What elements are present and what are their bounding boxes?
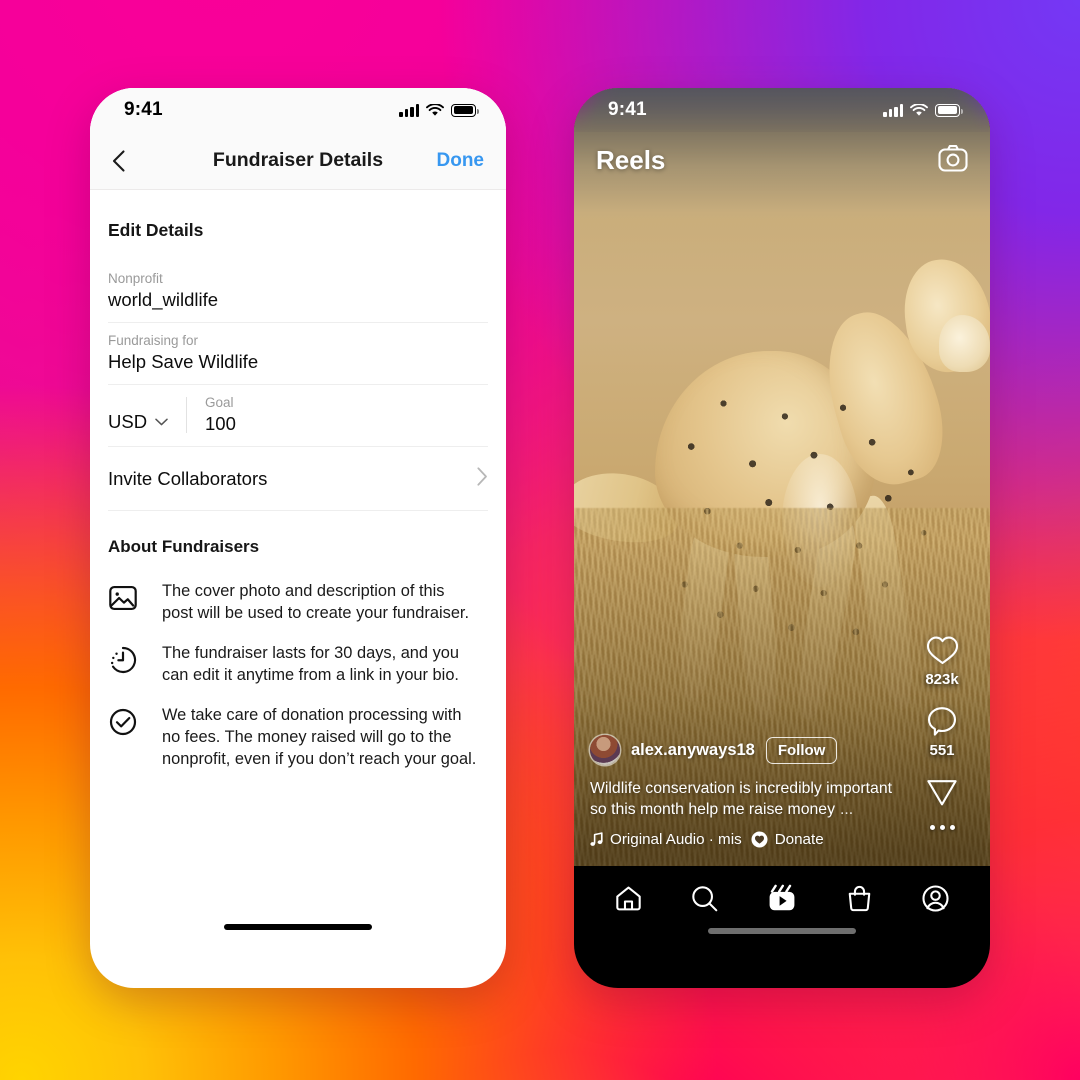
goal-field[interactable]: Goal 100 <box>205 395 488 435</box>
reel-action-rail: 823k 551 <box>914 635 970 836</box>
comment-icon <box>927 707 957 736</box>
navigation-bar: Fundraiser Details Done <box>90 132 506 190</box>
status-bar-time: 9:41 <box>124 99 163 120</box>
done-button[interactable]: Done <box>437 150 485 172</box>
battery-icon <box>451 103 479 117</box>
currency-value: USD <box>108 411 148 432</box>
follow-button[interactable]: Follow <box>765 736 838 764</box>
caption-meta: Original Audio · mis Donate <box>590 831 896 848</box>
reels-icon[interactable] <box>767 884 797 913</box>
about-item: We take care of donation processing with… <box>108 687 488 771</box>
about-item: The cover photo and description of this … <box>108 563 488 625</box>
about-fundraisers-title: About Fundraisers <box>108 537 260 556</box>
heart-icon <box>926 636 958 665</box>
chevron-left-icon <box>112 149 125 172</box>
signal-bars-icon <box>883 103 903 117</box>
photo-icon <box>108 583 138 613</box>
search-icon[interactable] <box>690 884 719 913</box>
like-count: 823k <box>925 671 959 688</box>
home-indicator <box>574 918 990 944</box>
wifi-icon <box>910 103 928 116</box>
currency-goal-row: USD Goal 100 <box>108 385 488 447</box>
username[interactable]: alex.anyways18 <box>631 741 755 760</box>
reel-caption-block: alex.anyways18 Follow Wildlife conservat… <box>574 735 912 848</box>
avatar[interactable] <box>590 735 620 765</box>
goal-value: 100 <box>205 413 236 434</box>
fundraiser-details-phone: 9:41 Fundraiser Details Done Edit Detail… <box>90 88 506 988</box>
caption-text[interactable]: Wildlife conservation is incredibly impo… <box>590 778 896 820</box>
nonprofit-value: world_wildlife <box>108 289 219 310</box>
invite-collaborators-label: Invite Collaborators <box>108 468 268 489</box>
about-item-text: We take care of donation processing with… <box>162 705 477 768</box>
divider <box>186 397 187 433</box>
more-dots-icon[interactable] <box>929 825 955 830</box>
audio-label: Original Audio · mis <box>610 831 742 848</box>
edit-details-body: Edit Details Nonprofit world_wildlife Fu… <box>90 190 506 910</box>
profile-icon[interactable] <box>921 884 950 913</box>
status-bar-time: 9:41 <box>608 99 647 120</box>
about-item-text: The cover photo and description of this … <box>162 582 470 622</box>
share-icon <box>927 780 957 806</box>
status-bar-icons <box>399 103 479 117</box>
nonprofit-label: Nonprofit <box>108 271 163 286</box>
chevron-right-icon <box>477 467 488 491</box>
chevron-down-icon <box>155 418 168 426</box>
reels-title: Reels <box>596 144 666 175</box>
home-icon[interactable] <box>614 884 643 913</box>
invite-collaborators-row[interactable]: Invite Collaborators <box>108 447 488 511</box>
fundraising-for-label: Fundraising for <box>108 333 199 348</box>
home-indicator <box>90 910 506 944</box>
battery-icon <box>935 103 963 117</box>
reels-screen: 9:41 Reels 823k 551 alex.anyways18 Follo… <box>574 88 990 944</box>
status-bar-icons <box>883 103 963 117</box>
camera-icon[interactable] <box>938 144 968 177</box>
comment-count: 551 <box>929 742 955 759</box>
status-bar-left: 9:41 <box>90 88 506 132</box>
comment-button[interactable]: 551 <box>926 706 958 759</box>
section-title: Edit Details <box>108 220 204 240</box>
fundraising-for-value: Help Save Wildlife <box>108 351 259 372</box>
back-button[interactable] <box>112 146 142 176</box>
shop-icon[interactable] <box>845 884 874 913</box>
caption-more[interactable]: ... <box>840 801 853 818</box>
donate-heart-icon <box>751 831 768 848</box>
nonprofit-field[interactable]: Nonprofit world_wildlife <box>108 261 488 323</box>
check-circle-icon <box>108 707 138 737</box>
about-item-text: The fundraiser lasts for 30 days, and yo… <box>162 643 460 684</box>
about-item: The fundraiser lasts for 30 days, and yo… <box>108 625 488 687</box>
status-bar-right: 9:41 <box>574 88 990 132</box>
wifi-icon <box>426 103 444 116</box>
signal-bars-icon <box>399 103 419 117</box>
share-button[interactable] <box>926 777 958 807</box>
reels-header: Reels <box>574 132 990 188</box>
like-button[interactable]: 823k <box>925 635 959 688</box>
audio-row[interactable]: Original Audio · mis <box>590 831 742 848</box>
donate-row[interactable]: Donate <box>751 831 824 848</box>
fundraiser-details-screen: 9:41 Fundraiser Details Done Edit Detail… <box>90 88 506 944</box>
clock-icon <box>108 645 138 675</box>
currency-selector[interactable]: USD <box>108 411 182 435</box>
reels-phone: 9:41 Reels 823k 551 alex.anyways18 Follo… <box>574 88 990 988</box>
donate-label: Donate <box>774 831 824 848</box>
fundraising-for-field[interactable]: Fundraising for Help Save Wildlife <box>108 323 488 385</box>
goal-label: Goal <box>205 395 234 410</box>
reel-author-row: alex.anyways18 Follow <box>590 735 896 765</box>
music-note-icon <box>590 832 603 846</box>
